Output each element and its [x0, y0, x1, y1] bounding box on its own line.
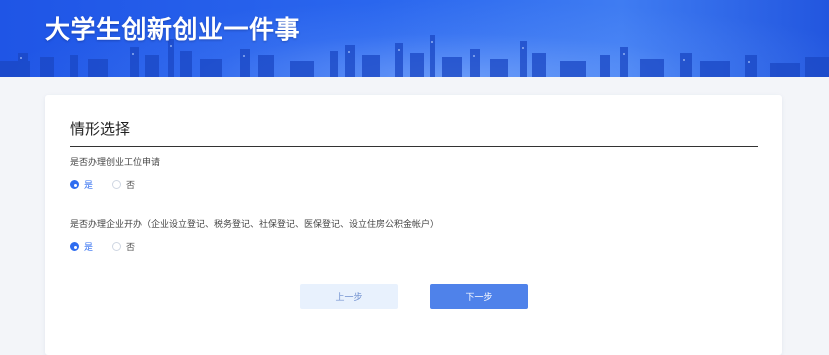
radio-company-yes[interactable]: 是 [70, 240, 93, 253]
radio-checked-icon [70, 242, 79, 251]
section-title: 情形选择 [70, 120, 131, 138]
question-company-label: 是否办理企业开办（企业设立登记、税务登记、社保登记、医保登记、设立住房公积金帐户… [70, 220, 440, 230]
radio-unchecked-icon [112, 242, 121, 251]
radio-checked-icon [70, 180, 79, 189]
radio-company-no[interactable]: 否 [112, 240, 135, 253]
radio-label: 是 [84, 181, 94, 191]
radio-label: 否 [126, 181, 136, 191]
radio-label: 否 [126, 243, 136, 253]
header-banner: 大学生创新创业一件事 [0, 0, 829, 77]
question-workspace-label: 是否办理创业工位申请 [70, 158, 161, 168]
radio-workspace-no[interactable]: 否 [112, 178, 135, 191]
next-step-button[interactable]: 下一步 [430, 284, 528, 309]
section-divider [70, 146, 758, 147]
radio-label: 是 [84, 243, 94, 253]
page-title: 大学生创新创业一件事 [45, 15, 301, 44]
radio-unchecked-icon [112, 180, 121, 189]
radio-workspace-yes[interactable]: 是 [70, 178, 93, 191]
scenario-card: 情形选择 是否办理创业工位申请 是 否 是否办理企业开办（企业设立登记、税务登记… [45, 95, 782, 355]
previous-step-button[interactable]: 上一步 [300, 284, 398, 309]
